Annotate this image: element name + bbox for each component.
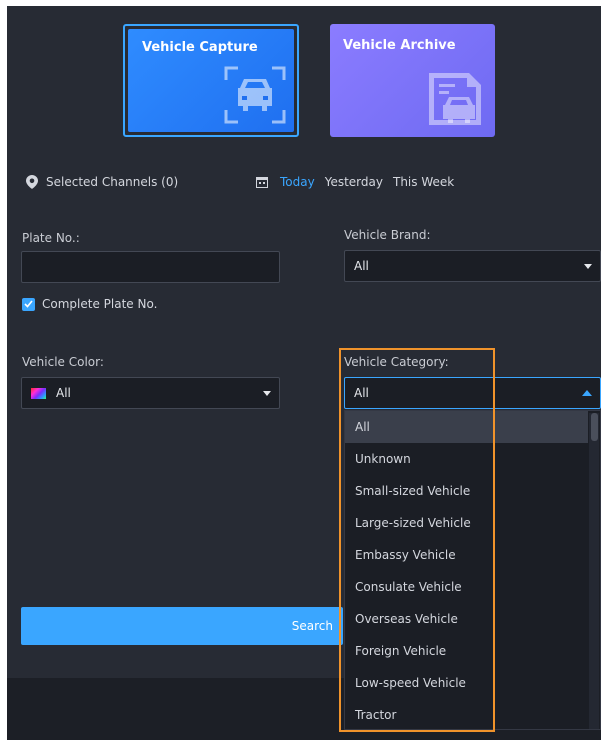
vehicle-capture-icon [224,66,286,124]
vehicle-color-select[interactable]: All [21,377,280,409]
calendar-icon[interactable] [256,176,268,188]
vehicle-archive-icon [429,73,481,125]
date-today[interactable]: Today [280,175,315,189]
chevron-down-icon [584,264,592,269]
vehicle-color-label: Vehicle Color: [22,355,104,369]
search-button[interactable]: Search [21,607,343,645]
color-spectrum-icon [31,387,46,399]
category-option[interactable]: Overseas Vehicle [345,603,600,635]
vehicle-archive-label: Vehicle Archive [343,38,456,53]
complete-plate-checkbox[interactable]: Complete Plate No. [22,297,157,311]
date-filter: Today Yesterday This Week [256,175,464,189]
selected-channels[interactable]: Selected Channels (0) [26,175,178,189]
vehicle-capture-card[interactable]: Vehicle Capture [123,24,299,137]
category-option[interactable]: Foreign Vehicle [345,635,600,667]
vehicle-brand-label: Vehicle Brand: [344,228,431,242]
category-option[interactable]: Large-sized Vehicle [345,507,600,539]
vehicle-search-panel: Vehicle Capture Vehicle Archive Selected… [7,6,601,740]
category-option[interactable]: Consulate Vehicle [345,571,600,603]
vehicle-brand-value: All [354,259,369,273]
vehicle-category-value: All [354,386,369,400]
vehicle-category-select[interactable]: All [344,377,601,409]
category-option[interactable]: All [345,411,588,443]
vehicle-archive-card[interactable]: Vehicle Archive [330,24,495,137]
category-option[interactable]: Small-sized Vehicle [345,475,600,507]
date-yesterday[interactable]: Yesterday [325,175,383,189]
plate-no-input[interactable] [21,251,280,283]
category-option[interactable]: Embassy Vehicle [345,539,600,571]
checkbox-checked-icon [22,297,35,311]
location-pin-icon [26,175,38,189]
complete-plate-label: Complete Plate No. [42,297,158,311]
dropdown-scrollbar[interactable] [589,413,599,729]
vehicle-brand-select[interactable]: All [344,250,601,282]
chevron-down-icon [263,391,271,396]
vehicle-color-value: All [56,386,71,400]
vehicle-category-dropdown: All Unknown Small-sized Vehicle Large-si… [344,410,601,730]
selected-channels-label: Selected Channels (0) [46,175,179,189]
category-option[interactable]: Unknown [345,443,600,475]
plate-no-label: Plate No.: [22,231,80,245]
vehicle-capture-label: Vehicle Capture [142,40,258,55]
category-option[interactable]: Low-speed Vehicle [345,667,600,699]
category-option[interactable]: Tractor [345,699,600,731]
chevron-up-icon [582,390,592,396]
search-button-label: Search [291,619,333,633]
vehicle-category-label: Vehicle Category: [344,355,449,369]
dropdown-scroll-thumb[interactable] [591,413,598,441]
date-this-week[interactable]: This Week [393,175,454,189]
